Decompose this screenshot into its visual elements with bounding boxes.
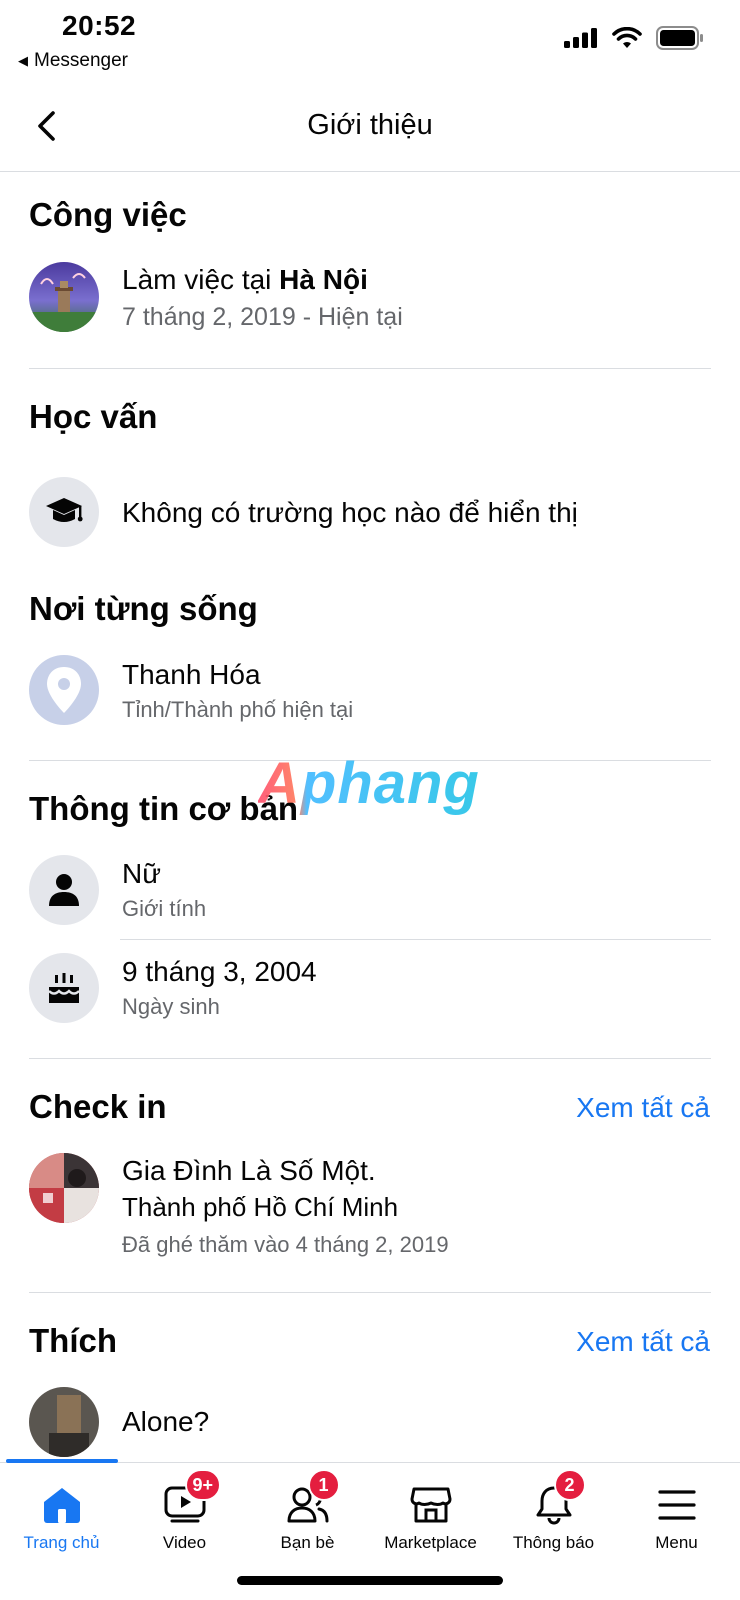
birthday-value: 9 tháng 3, 2004: [122, 956, 317, 987]
divider: [120, 939, 711, 940]
status-icons: [564, 26, 704, 50]
about-content[interactable]: Công việc Làm việc tại Hà Nội 7 tháng 2,…: [0, 172, 740, 1462]
tab-label: Trang chủ: [23, 1533, 100, 1552]
gender-label: Giới tính: [122, 896, 207, 921]
likes-item-name[interactable]: Alone?: [122, 1406, 209, 1438]
video-badge: 9+: [184, 1469, 222, 1501]
battery-icon: [656, 26, 703, 50]
work-place-thumbnail[interactable]: [29, 262, 99, 332]
divider: [29, 368, 711, 369]
notifications-badge: 2: [553, 1469, 586, 1501]
likes-item-thumbnail[interactable]: [29, 1387, 99, 1457]
tab-label: Menu: [655, 1533, 698, 1552]
work-dates: 7 tháng 2, 2019 - Hiện tại: [122, 303, 403, 331]
birthday-label: Ngày sinh: [122, 994, 220, 1019]
friends-badge: 1: [307, 1469, 340, 1501]
tab-label: Thông báo: [512, 1533, 595, 1552]
lived-city[interactable]: Thanh Hóa: [122, 659, 261, 691]
lived-section-title: Nơi từng sống: [29, 590, 258, 627]
tab-home[interactable]: Trang chủ: [0, 1463, 123, 1563]
page-title: Giới thiệu: [307, 109, 433, 141]
lived-icon-circle[interactable]: [29, 655, 99, 725]
watermark: Aphang: [258, 751, 480, 816]
marketplace-icon: [410, 1487, 451, 1523]
map-pin-icon: [47, 667, 81, 713]
tab-label: Bạn bè: [280, 1533, 335, 1552]
checkin-place[interactable]: Gia Đình Là Số Một.: [122, 1155, 376, 1187]
page-header: Giới thiệu: [0, 80, 740, 172]
tab-video[interactable]: 9+ Video: [123, 1463, 246, 1563]
home-indicator[interactable]: [237, 1576, 503, 1585]
work-line: Làm việc tại Hà Nội: [122, 264, 368, 296]
birthday-icon-circle: [29, 953, 99, 1023]
back-app-label: Messenger: [34, 50, 128, 71]
education-icon-circle: [29, 477, 99, 547]
likes-section-title: Thích: [29, 1322, 117, 1359]
status-time: 20:52: [62, 10, 137, 41]
lived-caption: Tỉnh/Thành phố hiện tại: [122, 697, 354, 722]
cake-icon: [48, 973, 80, 1003]
home-icon: [43, 1488, 80, 1523]
tab-friends[interactable]: 1 Bạn bè: [246, 1463, 369, 1563]
education-section-title: Học vấn: [29, 398, 158, 435]
status-bar: 20:52 ◀ Messenger: [0, 0, 740, 80]
work-place-link[interactable]: Hà Nội: [279, 264, 368, 295]
checkin-city: Thành phố Hồ Chí Minh: [122, 1192, 399, 1222]
tab-menu[interactable]: Menu: [615, 1463, 738, 1563]
tab-marketplace[interactable]: Marketplace: [369, 1463, 492, 1563]
gender-value: Nữ: [122, 858, 161, 889]
divider: [29, 1292, 711, 1293]
work-prefix: Làm việc tại: [122, 264, 280, 295]
back-to-app-link[interactable]: ◀ Messenger: [18, 50, 128, 72]
person-icon: [49, 874, 79, 906]
tab-label: Video: [162, 1533, 207, 1552]
tab-label: Marketplace: [384, 1533, 477, 1552]
divider: [29, 1058, 711, 1059]
tab-notifications[interactable]: 2 Thông báo: [492, 1463, 615, 1563]
checkin-section-title: Check in: [29, 1088, 167, 1125]
likes-see-all-link[interactable]: Xem tất cả: [576, 1326, 710, 1358]
menu-icon: [657, 1490, 696, 1520]
gender-icon-circle: [29, 855, 99, 925]
checkin-thumbnail[interactable]: [29, 1153, 99, 1223]
work-section-title: Công việc: [29, 196, 187, 233]
checkin-visited-date: Đã ghé thăm vào 4 tháng 2, 2019: [122, 1232, 449, 1257]
signal-icon: [564, 28, 597, 48]
back-triangle-icon: ◀: [18, 53, 28, 68]
checkin-see-all-link[interactable]: Xem tất cả: [576, 1092, 710, 1124]
graduation-cap-icon: [46, 498, 83, 522]
education-text: Không có trường học nào để hiển thị: [122, 497, 578, 528]
wifi-icon: [612, 27, 642, 48]
